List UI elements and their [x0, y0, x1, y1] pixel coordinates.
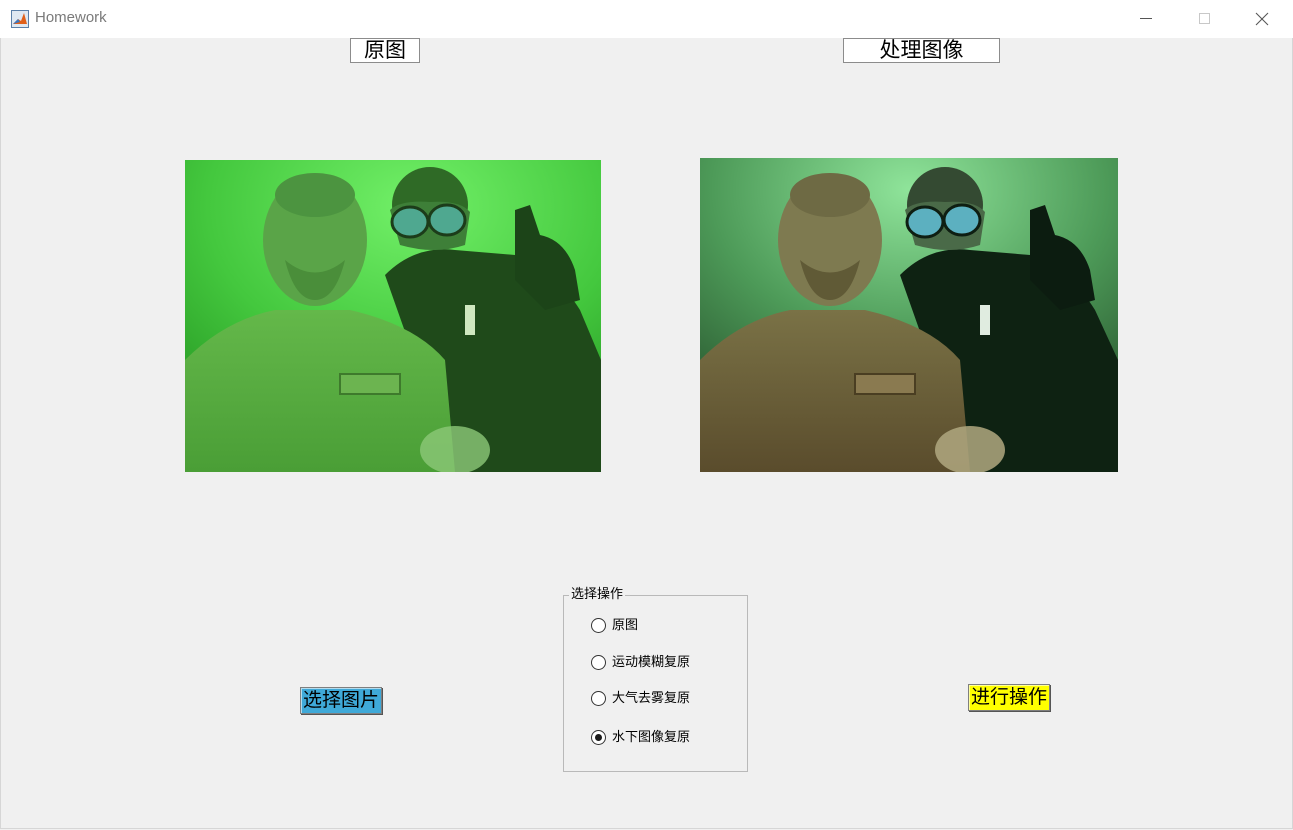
radio-circle-icon[interactable]: [591, 691, 606, 706]
operation-group: 选择操作 原图 运动模糊复原 大气去雾复原 水下图像复原: [563, 587, 748, 772]
original-image: [185, 160, 601, 472]
run-operation-button[interactable]: 进行操作: [968, 684, 1050, 711]
radio-selected-dot-icon: [595, 734, 602, 741]
original-image-label: 原图: [350, 38, 420, 63]
radio-circle-icon[interactable]: [591, 730, 606, 745]
maximize-icon: [1199, 13, 1210, 24]
radio-label: 水下图像复原: [612, 730, 691, 745]
matlab-icon: [11, 10, 29, 28]
radio-circle-icon[interactable]: [591, 618, 606, 633]
minimize-button[interactable]: [1117, 0, 1175, 38]
close-icon: [1255, 12, 1269, 26]
select-image-button[interactable]: 选择图片: [300, 687, 382, 714]
operation-group-title: 选择操作: [569, 587, 626, 603]
processed-image-label: 处理图像: [843, 38, 1000, 63]
radio-circle-icon[interactable]: [591, 655, 606, 670]
window-title: Homework: [35, 9, 107, 26]
minimize-icon: [1140, 18, 1152, 19]
radio-label: 运动模糊复原: [612, 655, 691, 670]
title-bar: Homework: [0, 0, 1293, 38]
close-button[interactable]: [1233, 0, 1291, 38]
maximize-button[interactable]: [1175, 0, 1233, 38]
processed-image: [700, 158, 1118, 472]
radio-label: 原图: [612, 618, 639, 633]
radio-label: 大气去雾复原: [612, 691, 691, 706]
